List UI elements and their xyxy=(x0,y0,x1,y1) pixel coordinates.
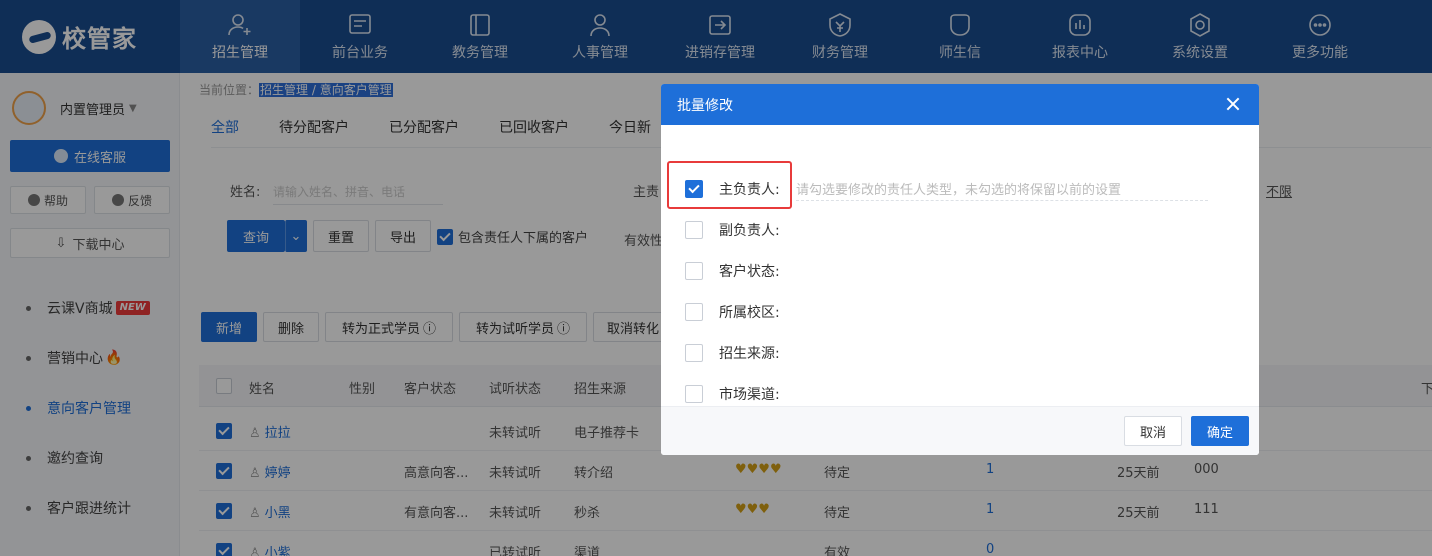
batch-edit-dialog: 批量修改 主负责人: 请勾选要修改的责任人类型，未勾选的将保留以前的设置 副负责… xyxy=(661,84,1259,455)
close-icon[interactable] xyxy=(1225,96,1241,112)
hint-text: 请勾选要修改的责任人类型，未勾选的将保留以前的设置 xyxy=(796,179,1208,201)
cancel-button[interactable]: 取消 xyxy=(1124,416,1182,446)
option-customer-status[interactable]: 客户状态: xyxy=(685,261,780,281)
secondary-owner-checkbox[interactable] xyxy=(685,221,703,239)
option-label: 招生来源: xyxy=(719,346,780,362)
campus-checkbox[interactable] xyxy=(685,303,703,321)
option-source[interactable]: 招生来源: xyxy=(685,343,780,363)
option-label: 所属校区: xyxy=(719,305,780,321)
option-channel[interactable]: 市场渠道: xyxy=(685,384,780,404)
confirm-button[interactable]: 确定 xyxy=(1191,416,1249,446)
dialog-title: 批量修改 xyxy=(677,97,733,114)
option-label: 市场渠道: xyxy=(719,387,780,403)
source-checkbox[interactable] xyxy=(685,344,703,362)
option-campus[interactable]: 所属校区: xyxy=(685,302,780,322)
dialog-body: 主负责人: 请勾选要修改的责任人类型，未勾选的将保留以前的设置 副负责人: 客户… xyxy=(661,125,1259,406)
option-secondary-owner[interactable]: 副负责人: xyxy=(685,220,780,240)
dialog-footer: 取消 确定 xyxy=(661,406,1259,455)
highlight-box xyxy=(667,161,792,209)
dialog-header: 批量修改 xyxy=(661,84,1259,125)
option-label: 副负责人: xyxy=(719,223,780,239)
option-label: 客户状态: xyxy=(719,264,780,280)
channel-checkbox[interactable] xyxy=(685,385,703,403)
customer-status-checkbox[interactable] xyxy=(685,262,703,280)
